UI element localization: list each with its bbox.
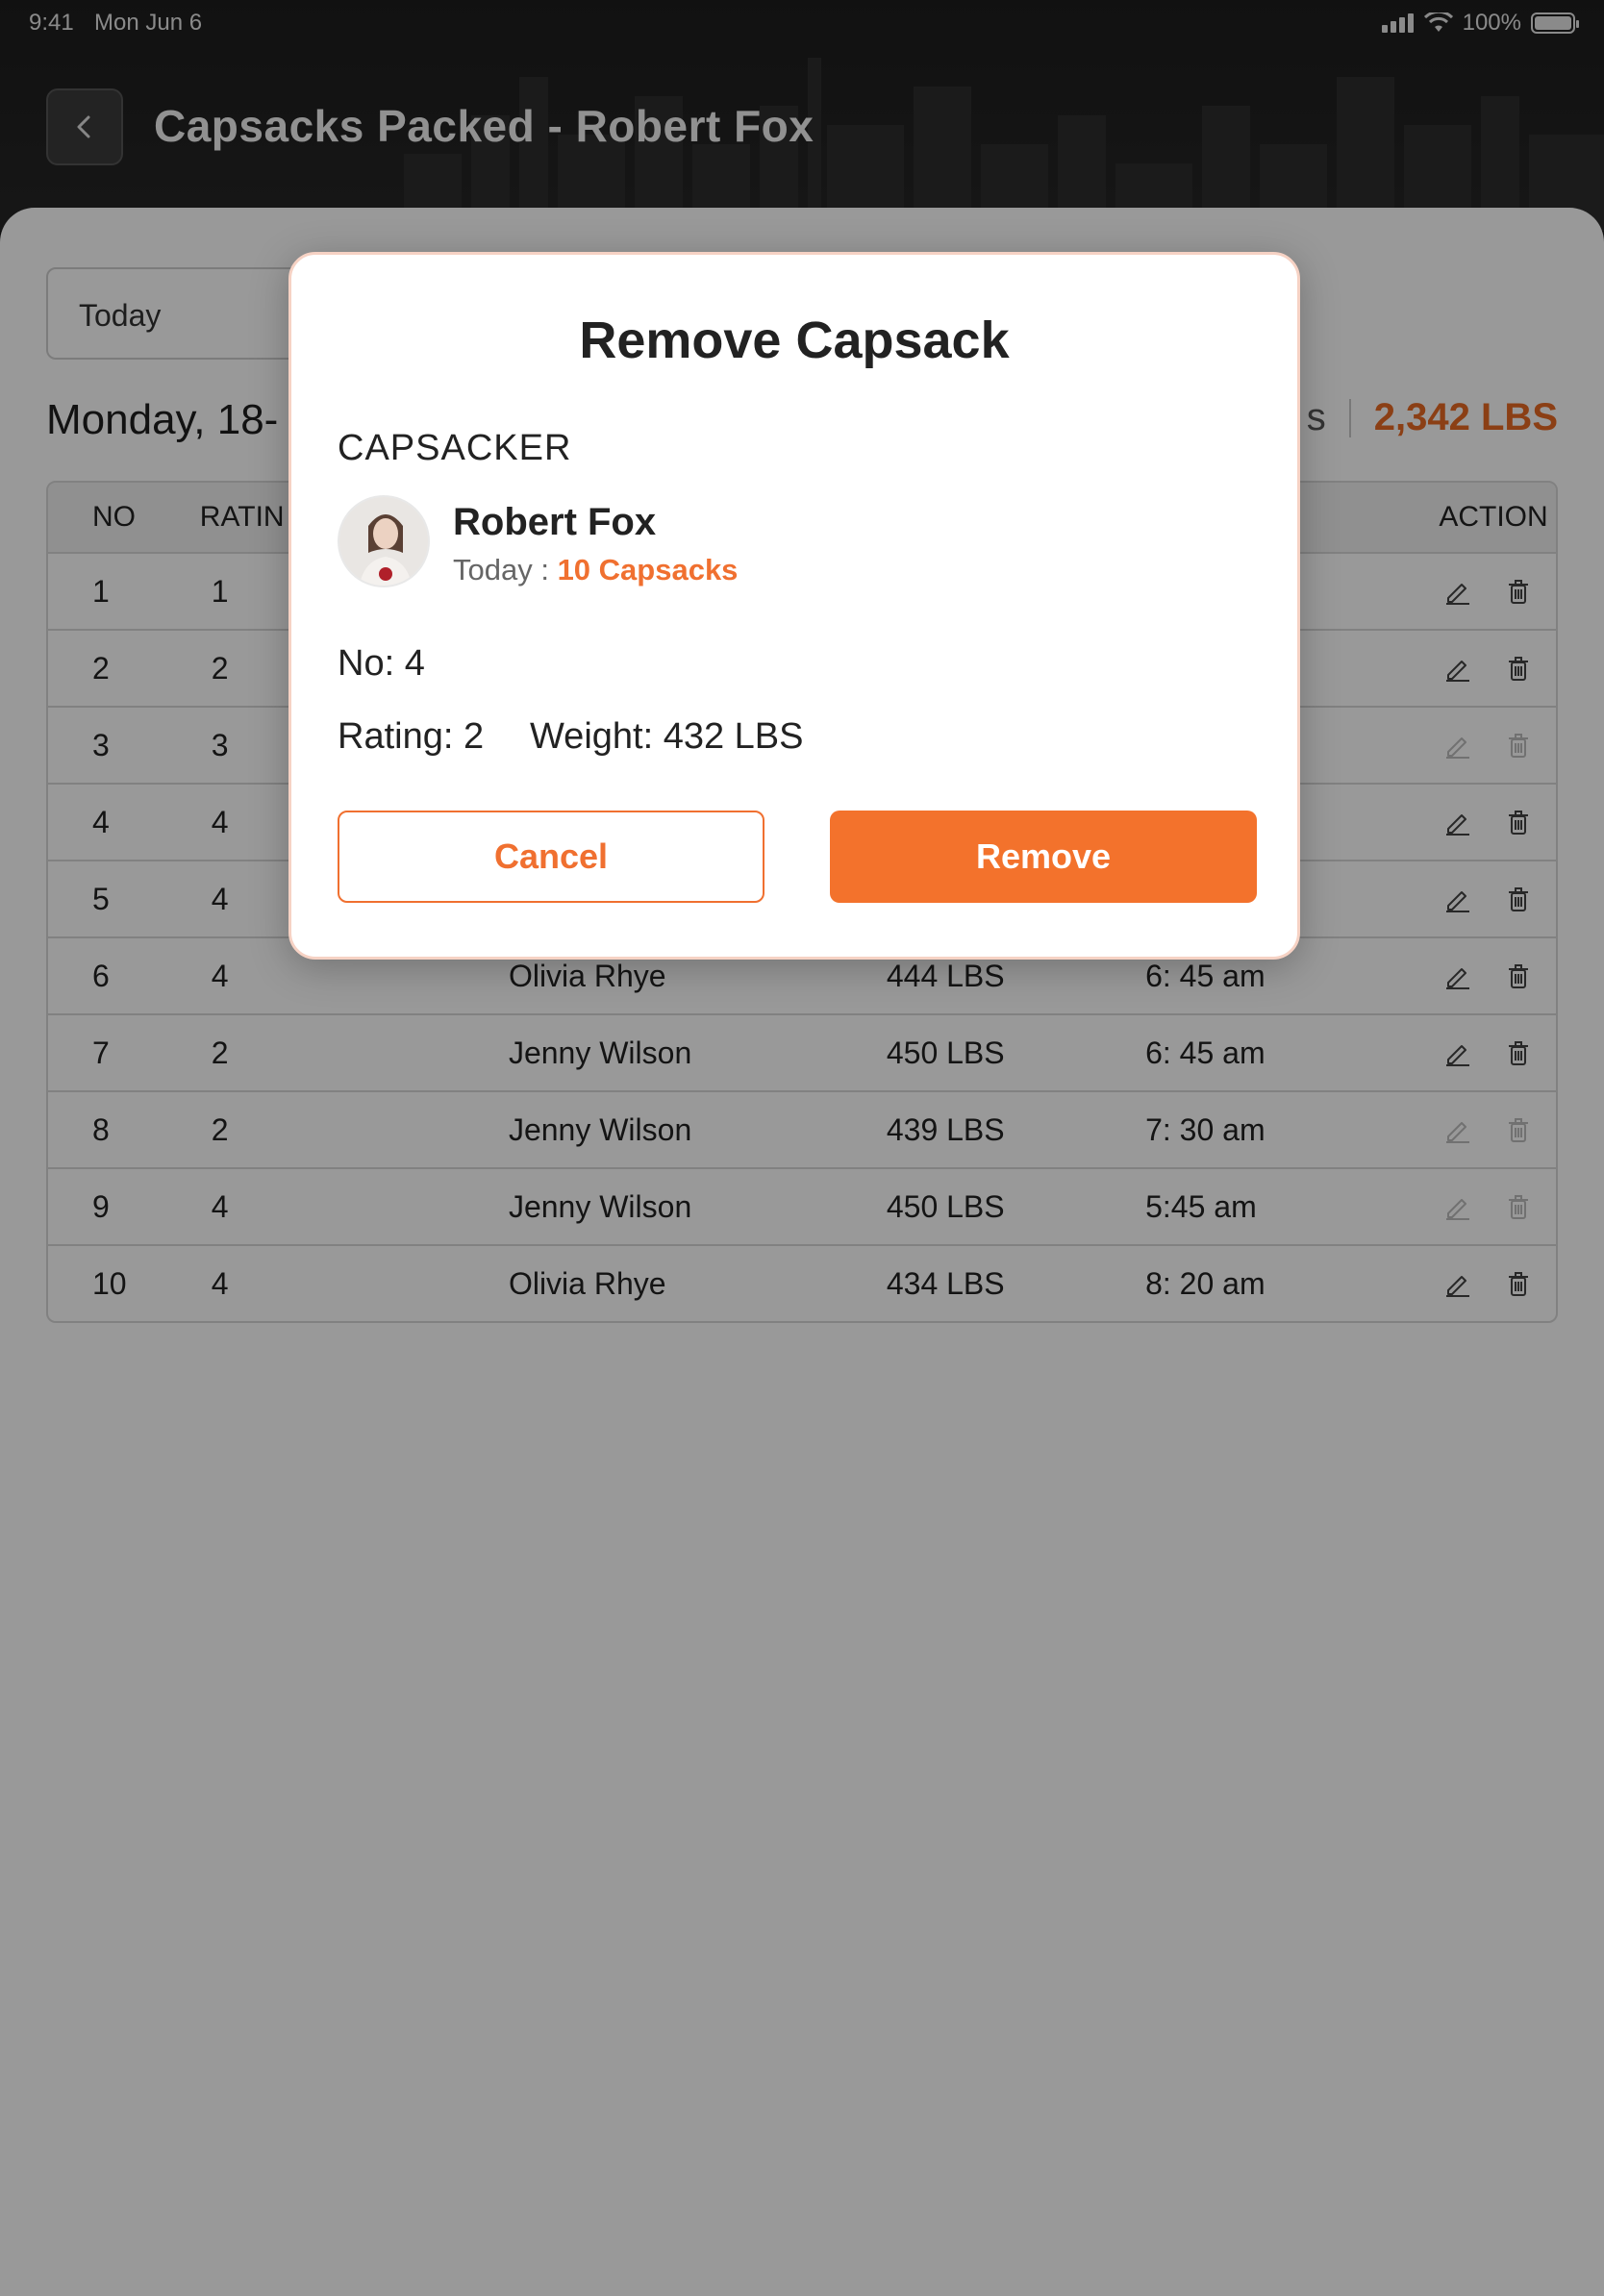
capsacker-today-summary: Today : 10 Capsacks bbox=[453, 553, 738, 587]
capsack-count: 10 Capsacks bbox=[557, 553, 739, 586]
capsack-weight: Weight: 432 LBS bbox=[530, 716, 804, 757]
capsacker-section-label: CAPSACKER bbox=[338, 428, 572, 468]
remove-button[interactable]: Remove bbox=[830, 811, 1257, 903]
capsacker-name: Robert Fox bbox=[453, 501, 657, 543]
capsack-number: No: 4 bbox=[338, 643, 425, 684]
cancel-button[interactable]: Cancel bbox=[338, 811, 764, 903]
capsack-rating: Rating: 2 bbox=[338, 716, 485, 757]
today-label: Today : bbox=[453, 553, 558, 586]
capsacker-avatar-image bbox=[339, 497, 428, 586]
dialog-title: Remove Capsack bbox=[579, 312, 1010, 369]
remove-capsack-dialog: Remove Capsack CAPSACKER Robert Fox Toda… bbox=[288, 252, 1300, 960]
avatar bbox=[338, 495, 430, 587]
